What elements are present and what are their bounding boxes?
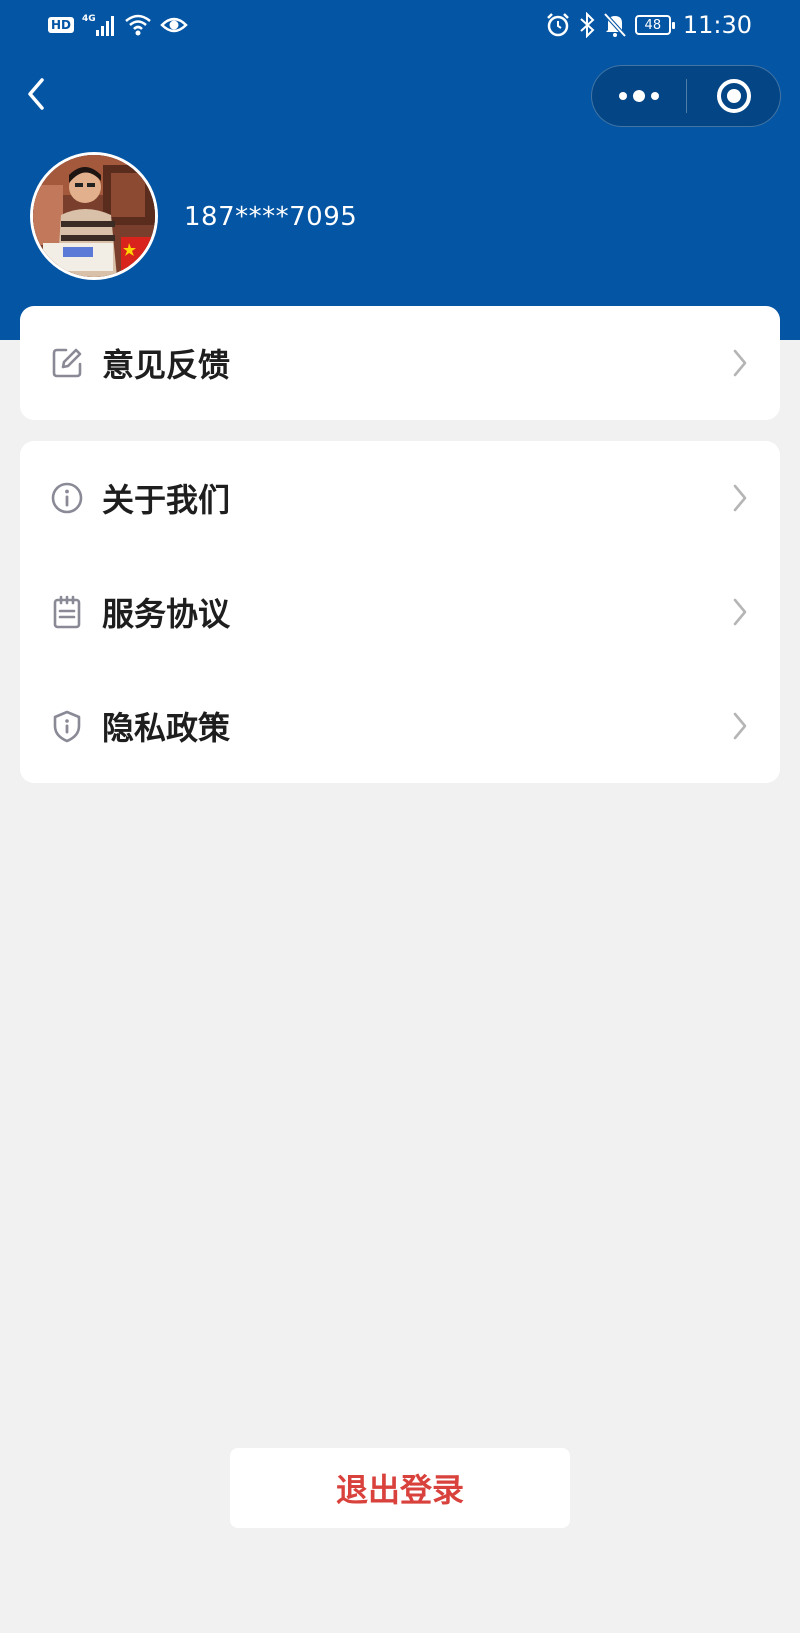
menu-item-about-us[interactable]: 关于我们: [20, 441, 780, 555]
status-bar-left: HD 4G: [48, 10, 188, 40]
menu-card-info: 关于我们 服务协议 隐私政策: [20, 441, 780, 783]
chevron-right-icon: [733, 484, 747, 512]
more-dots-icon: [619, 90, 659, 102]
close-mini-program-button[interactable]: [687, 66, 780, 126]
menu-label-about-us: 关于我们: [102, 481, 231, 519]
eye-icon: [160, 17, 188, 33]
chevron-right-icon: [733, 349, 747, 377]
mini-program-capsule: [591, 65, 781, 127]
menu-item-service-agreement[interactable]: 服务协议: [20, 555, 780, 669]
avatar[interactable]: [30, 152, 158, 280]
logout-button[interactable]: 退出登录: [230, 1448, 570, 1528]
document-icon: [53, 595, 81, 629]
battery-level: 48: [644, 17, 662, 33]
hd-icon: HD: [48, 17, 75, 33]
menu-item-privacy-policy[interactable]: 隐私政策: [20, 669, 780, 783]
shield-icon: [53, 710, 81, 743]
avatar-photo: [33, 155, 155, 277]
back-button[interactable]: [18, 72, 58, 116]
user-phone-number: 187****7095: [184, 202, 358, 232]
chevron-right-icon: [733, 598, 747, 626]
status-bar-right: 48 11:30: [545, 10, 752, 40]
bluetooth-icon: [580, 12, 595, 38]
info-icon: [51, 482, 83, 514]
edit-icon: [52, 348, 82, 378]
chevron-left-icon: [28, 78, 44, 110]
alarm-icon: [546, 13, 569, 37]
menu-item-feedback[interactable]: 意见反馈: [20, 306, 780, 420]
wifi-icon: [125, 14, 151, 36]
4g-signal-icon: 4G: [82, 14, 115, 36]
menu-label-feedback: 意见反馈: [102, 346, 231, 384]
header-banner: HD 4G 48 11:30 187****7095: [0, 0, 800, 340]
menu-label-service-agreement: 服务协议: [102, 595, 231, 633]
target-circle-icon: [716, 79, 751, 113]
battery-icon: 48: [634, 15, 675, 35]
mute-bell-icon: [603, 12, 627, 38]
menu-label-privacy-policy: 隐私政策: [102, 709, 231, 747]
clock: 11:30: [682, 11, 752, 39]
chevron-right-icon: [733, 712, 747, 740]
more-button[interactable]: [592, 66, 686, 126]
svg-text:4G: 4G: [82, 14, 96, 24]
menu-card-feedback: 意见反馈: [20, 306, 780, 420]
